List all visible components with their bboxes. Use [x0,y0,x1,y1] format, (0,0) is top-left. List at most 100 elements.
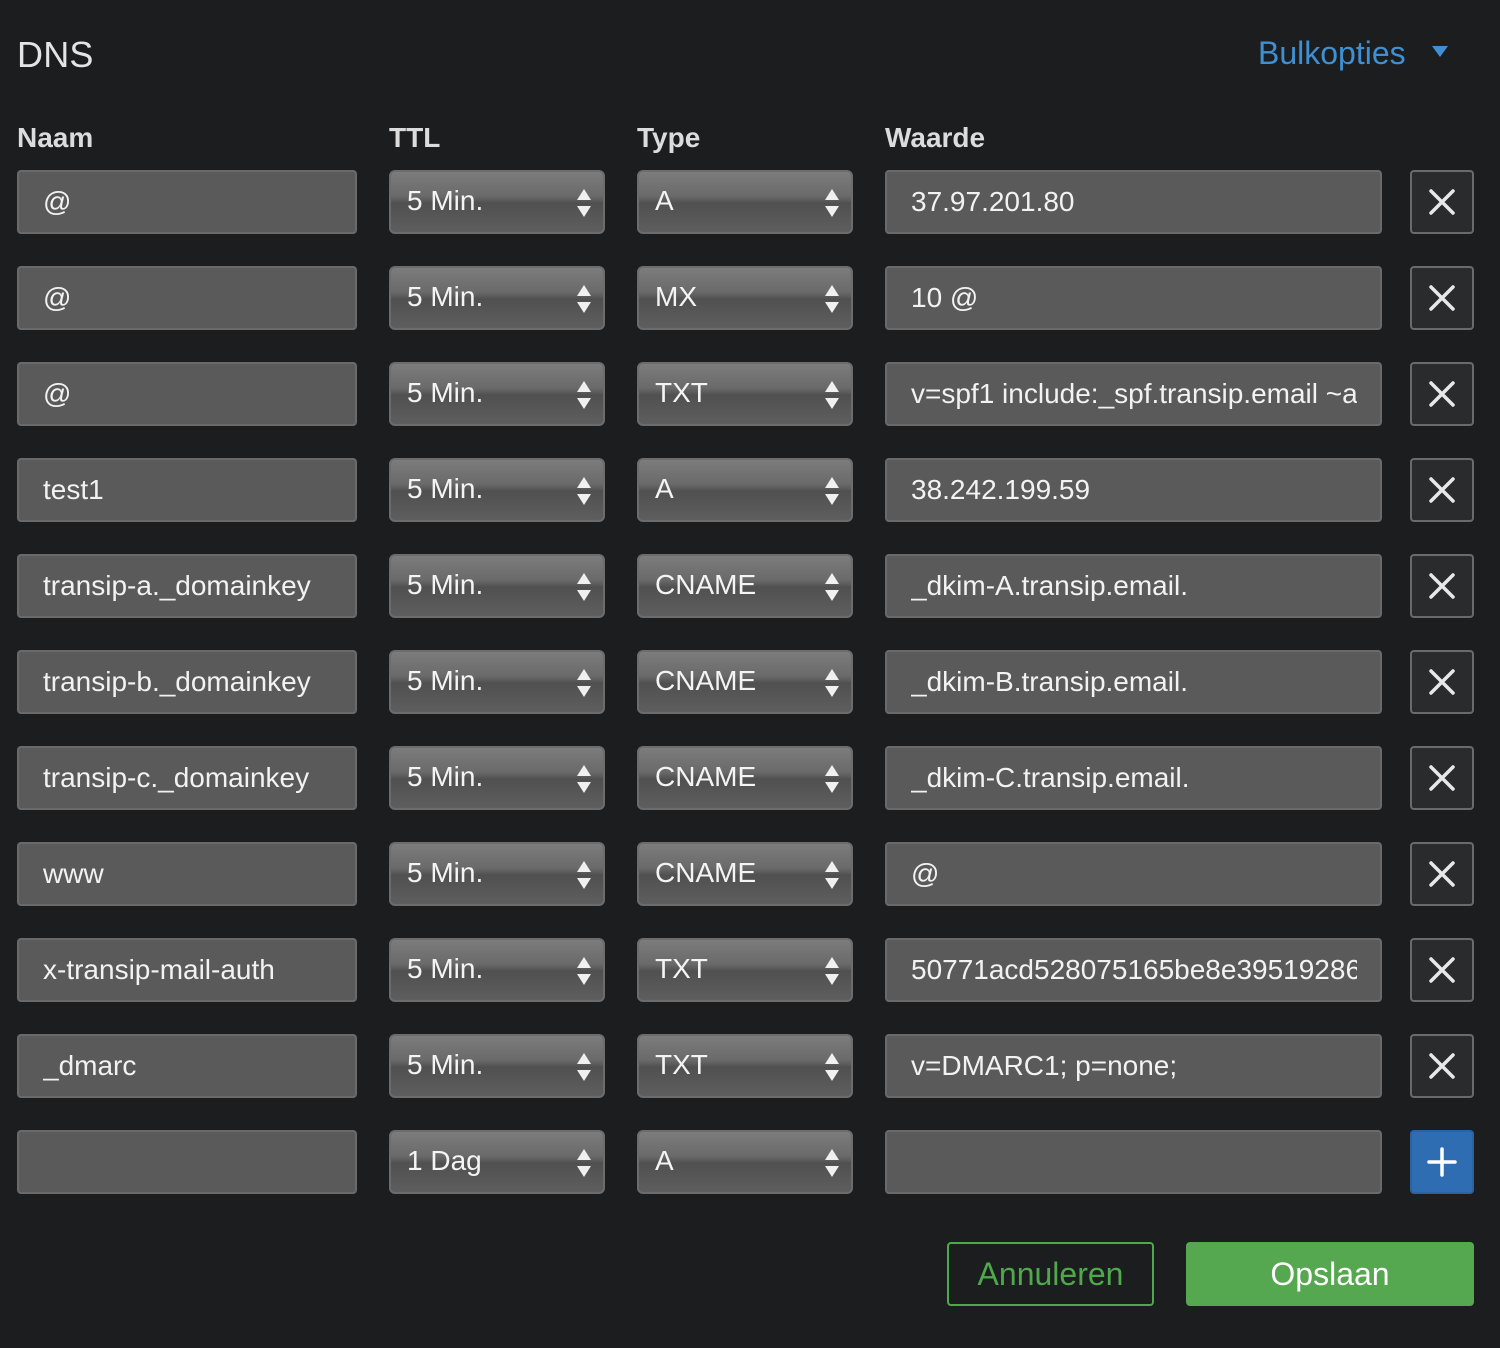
record-name-value: @ [43,282,72,313]
column-header-name: Naam [17,122,94,153]
record-value-input[interactable]: v=spf1 include:_spf.transip.email ~a [885,362,1382,426]
record-ttl-value: 5 Min. [407,953,484,984]
add-record-button[interactable] [1410,1130,1474,1194]
record-value-input[interactable] [885,1130,1382,1194]
record-ttl-select[interactable]: 5 Min. [389,1034,605,1098]
record-value-input[interactable]: _dkim-A.transip.email. [885,554,1382,618]
record-name-input[interactable]: _dmarc [17,1034,357,1098]
delete-record-button[interactable] [1410,938,1474,1002]
select-arrows-icon [577,765,591,793]
record-type-select[interactable]: A [637,170,853,234]
record-type-select[interactable]: CNAME [637,554,853,618]
select-arrows-icon [825,1149,839,1177]
record-ttl-value: 5 Min. [407,1049,484,1080]
record-name-input[interactable]: transip-b._domainkey [17,650,357,714]
record-type-value: TXT [655,377,708,408]
record-value-text: 38.242.199.59 [911,474,1091,505]
record-name-value: www [43,858,104,889]
record-value-input[interactable]: _dkim-B.transip.email. [885,650,1382,714]
record-type-value: MX [655,281,697,312]
record-ttl-value: 5 Min. [407,377,484,408]
record-name-input[interactable]: transip-c._domainkey [17,746,357,810]
record-type-select[interactable]: CNAME [637,842,853,906]
record-name-input[interactable]: @ [17,362,357,426]
record-type-value: TXT [655,1049,708,1080]
record-value-input[interactable]: 37.97.201.80 [885,170,1382,234]
record-name-value: test1 [43,474,104,505]
record-type-select[interactable]: TXT [637,938,853,1002]
bulk-options-dropdown[interactable]: Bulkopties [1258,35,1448,72]
delete-record-button[interactable] [1410,554,1474,618]
page-title: DNS [17,34,94,75]
record-ttl-select[interactable]: 5 Min. [389,266,605,330]
record-type-select[interactable]: A [637,1130,853,1194]
record-value-text: _dkim-C.transip.email. [911,762,1190,793]
dns-record-row: transip-a._domainkey 5 Min. CNAME _dkim-A.t… [0,554,1500,618]
cancel-button[interactable]: Annuleren [947,1242,1154,1306]
record-ttl-select[interactable]: 5 Min. [389,650,605,714]
column-header-ttl: TTL [389,122,441,153]
bulk-options-label[interactable]: Bulkopties [1258,35,1406,72]
save-button[interactable]: Opslaan [1186,1242,1474,1306]
record-type-select[interactable]: TXT [637,362,853,426]
record-name-input[interactable] [17,1130,357,1194]
record-name-input[interactable]: transip-a._domainkey [17,554,357,618]
select-arrows-icon [577,1149,591,1177]
record-name-input[interactable]: test1 [17,458,357,522]
record-ttl-value: 5 Min. [407,569,484,600]
record-value-input[interactable]: v=DMARC1; p=none; [885,1034,1382,1098]
record-type-select[interactable]: CNAME [637,650,853,714]
record-name-input[interactable]: @ [17,170,357,234]
delete-record-button[interactable] [1410,842,1474,906]
select-arrows-icon [577,669,591,697]
select-arrows-icon [577,1053,591,1081]
dns-record-row: transip-b._domainkey 5 Min. CNAME _dkim-B.t… [0,650,1500,714]
delete-record-button[interactable] [1410,362,1474,426]
record-value-input[interactable]: _dkim-C.transip.email. [885,746,1382,810]
record-ttl-select[interactable]: 5 Min. [389,938,605,1002]
record-ttl-select[interactable]: 5 Min. [389,170,605,234]
select-arrows-icon [577,573,591,601]
record-value-input[interactable]: 50771acd528075165be8e39519286 [885,938,1382,1002]
record-ttl-select[interactable]: 5 Min. [389,746,605,810]
dns-record-row: x-transip-mail-auth 5 Min. TXT 50771acd5280… [0,938,1500,1002]
delete-record-button[interactable] [1410,650,1474,714]
record-ttl-select[interactable]: 5 Min. [389,458,605,522]
record-ttl-value: 5 Min. [407,281,484,312]
dns-record-row: _dmarc 5 Min. TXT v=DMARC1; p=none; [0,1034,1500,1098]
record-type-select[interactable]: TXT [637,1034,853,1098]
record-value-text: 10 @ [911,282,979,313]
caret-down-icon[interactable] [1431,46,1448,57]
record-name-input[interactable]: x-transip-mail-auth [17,938,357,1002]
record-value-input[interactable]: 38.242.199.59 [885,458,1382,522]
record-ttl-select[interactable]: 1 Dag [389,1130,605,1194]
select-arrows-icon [577,957,591,985]
record-ttl-select[interactable]: 5 Min. [389,842,605,906]
dns-record-row: @5 Min. A 37.97.201.80 [0,170,1500,234]
delete-record-button[interactable] [1410,170,1474,234]
record-type-select[interactable]: A [637,458,853,522]
dns-record-row: @5 Min. TXT v=spf1 include:_spf.transip.em… [0,362,1500,426]
delete-record-button[interactable] [1410,458,1474,522]
dns-record-row: test1 5 Min. A 38.242.199.59 [0,458,1500,522]
record-type-select[interactable]: MX [637,266,853,330]
record-type-select[interactable]: CNAME [637,746,853,810]
dns-panel: DNS Bulkopties Naam TTL Type Waarde @5 M… [0,0,1500,1348]
record-type-value: CNAME [655,857,757,888]
record-name-input[interactable]: @ [17,266,357,330]
record-value-input[interactable]: @ [885,842,1382,906]
select-arrows-icon [577,477,591,505]
record-type-value: TXT [655,953,708,984]
select-arrows-icon [577,285,591,313]
new-record-row: 1 Dag A [0,1130,1500,1194]
record-value-input[interactable]: 10 @ [885,266,1382,330]
delete-record-button[interactable] [1410,746,1474,810]
delete-record-button[interactable] [1410,266,1474,330]
record-name-value: transip-c._domainkey [43,762,310,793]
record-ttl-value: 5 Min. [407,185,484,216]
record-name-input[interactable]: www [17,842,357,906]
record-type-value: CNAME [655,569,757,600]
delete-record-button[interactable] [1410,1034,1474,1098]
record-ttl-select[interactable]: 5 Min. [389,362,605,426]
record-ttl-select[interactable]: 5 Min. [389,554,605,618]
